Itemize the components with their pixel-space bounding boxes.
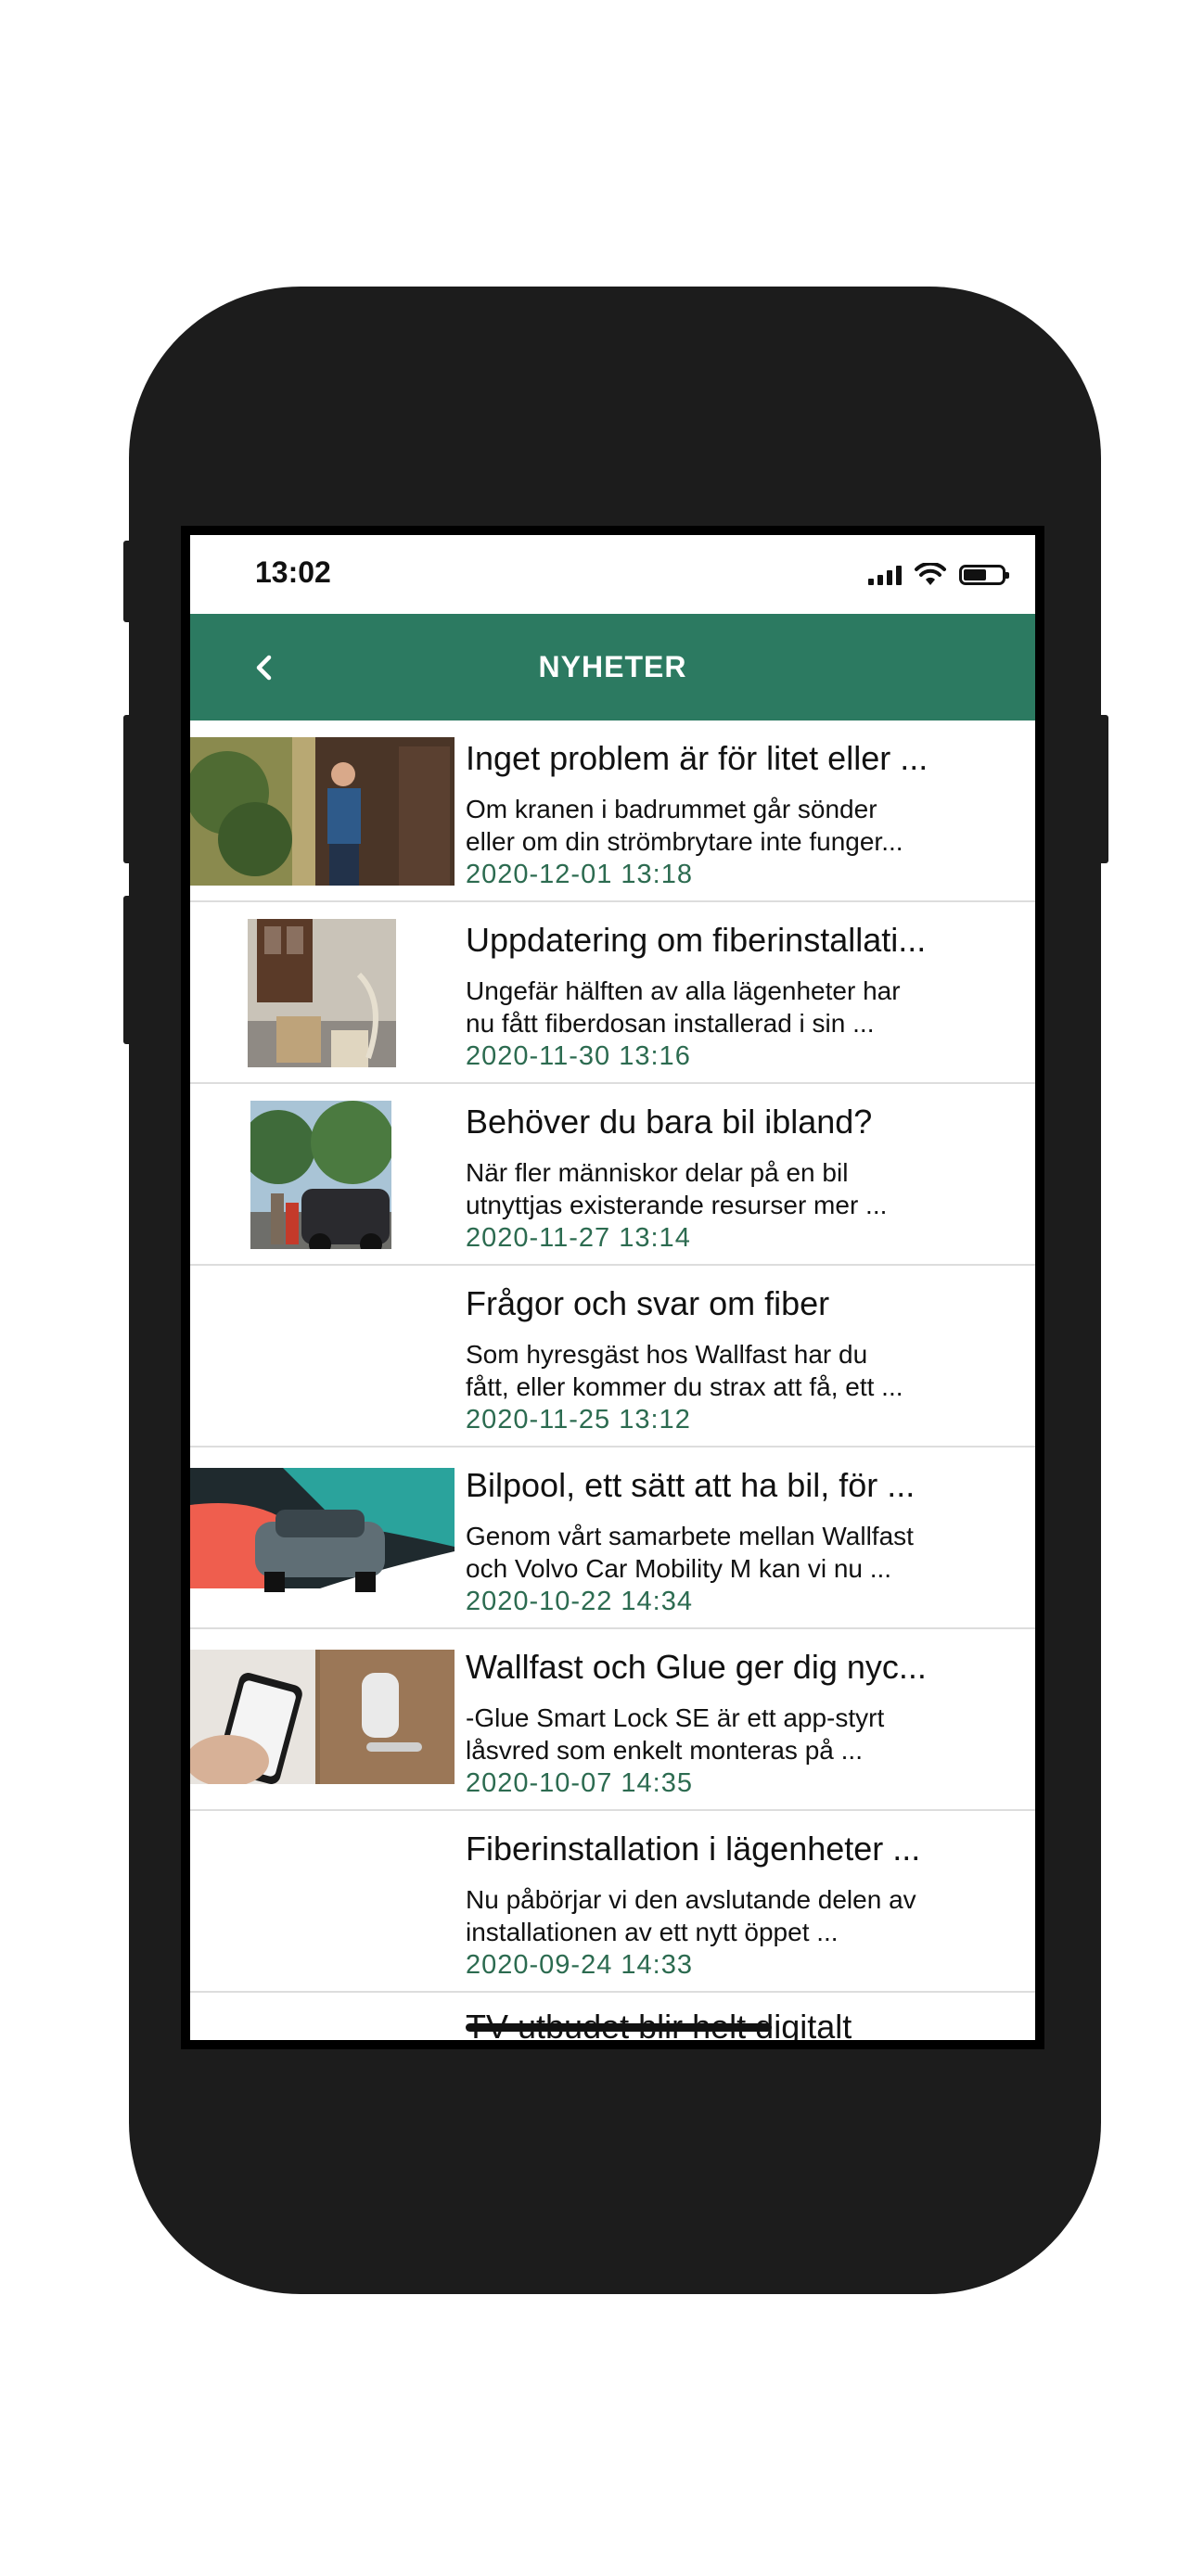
nav-bar: NYHETER [190,614,1035,721]
news-date: 2020-11-27 13:14 [466,1223,691,1253]
silent-switch [123,541,133,622]
news-title: Inget problem är för litet eller ... [466,739,928,777]
news-item[interactable]: Fiberinstallation i lägenheter ... Nu på… [190,1811,1035,1993]
news-thumbnail [250,1101,391,1249]
news-item[interactable]: Inget problem är för litet eller ... Om … [190,721,1035,902]
news-excerpt: -Glue Smart Lock SE är ett app-styrt lås… [466,1703,885,1765]
news-title: Bilpool, ett sätt att ha bil, för ... [466,1466,916,1504]
status-bar: 13:02 [190,535,1035,614]
news-item[interactable]: Wallfast och Glue ger dig nyc... -Glue S… [190,1629,1035,1811]
battery-icon [959,565,1009,585]
news-item[interactable]: Frågor och svar om fiber Som hyresgäst h… [190,1266,1035,1447]
app-screen: 13:02 NYHETER Inget problem är för litet… [190,535,1035,2040]
wifi-icon [915,563,946,585]
news-excerpt: Ungefär hälften av alla lägenheter har n… [466,976,901,1038]
news-thumbnail [190,737,455,886]
news-excerpt: Om kranen i badrummet går sönder eller o… [466,795,903,856]
news-date: 2020-10-22 14:34 [466,1587,693,1616]
news-date: 2020-10-07 14:35 [466,1768,693,1798]
status-icons [868,561,1009,589]
news-date: 2020-11-30 13:16 [466,1041,691,1071]
news-item[interactable]: Bilpool, ett sätt att ha bil, för ... Ge… [190,1447,1035,1629]
news-excerpt: När fler människor delar på en bil utnyt… [466,1158,888,1219]
scroll-indicator [466,2023,772,2032]
news-excerpt: Genom vårt samarbete mellan Wallfast och… [466,1522,914,1583]
news-date: 2020-09-24 14:33 [466,1950,693,1980]
news-title: Frågor och svar om fiber [466,1284,830,1322]
news-title: Uppdatering om fiberinstallati... [466,921,927,959]
news-thumbnail [190,1650,455,1784]
page-title: NYHETER [538,650,687,683]
power-button [1097,715,1108,863]
status-time: 13:02 [255,555,331,589]
news-list: Inget problem är för litet eller ... Om … [190,721,1035,1993]
news-thumbnail [190,1468,455,1602]
news-date: 2020-12-01 13:18 [466,860,693,889]
volume-down-button [123,896,133,1044]
cellular-signal-icon [868,565,902,585]
news-title: Wallfast och Glue ger dig nyc... [466,1648,927,1686]
news-title: Behöver du bara bil ibland? [466,1103,873,1141]
news-item[interactable]: Uppdatering om fiberinstallati... Ungefä… [190,902,1035,1084]
news-thumbnail [248,919,396,1067]
news-date: 2020-11-25 13:12 [466,1405,691,1435]
news-excerpt: Nu påbörjar vi den avslutande delen av i… [466,1885,916,1946]
news-title: Fiberinstallation i lägenheter ... [466,1830,921,1868]
news-excerpt: Som hyresgäst hos Wallfast har du fått, … [466,1340,903,1401]
volume-up-button [123,715,133,863]
news-item[interactable]: Behöver du bara bil ibland? När fler män… [190,1084,1035,1266]
